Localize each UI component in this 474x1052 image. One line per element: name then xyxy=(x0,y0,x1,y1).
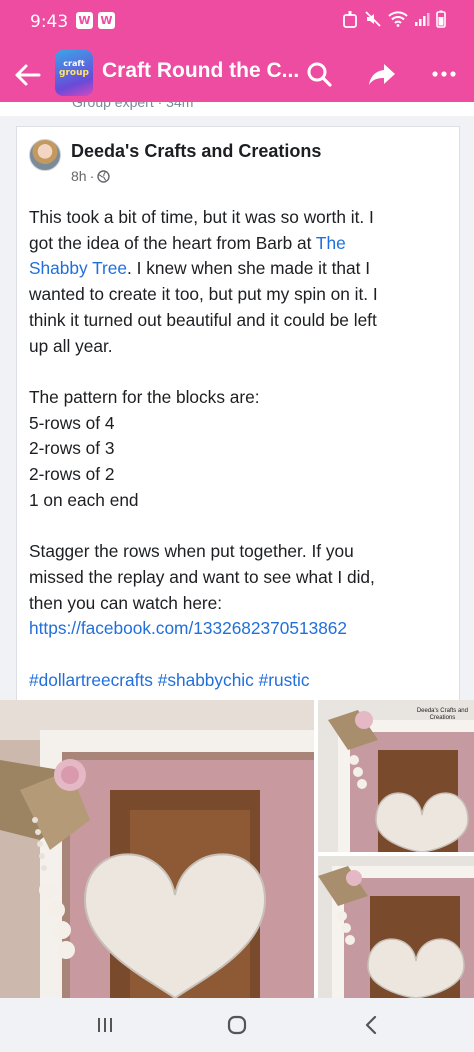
post-line: 1 on each end xyxy=(29,489,139,510)
status-time: 9:43 xyxy=(30,12,69,32)
back-nav-icon[interactable] xyxy=(356,1010,386,1040)
post-line: The pattern for the blocks are: xyxy=(29,386,260,407)
signal-icon xyxy=(415,13,430,26)
post-line-text: got the idea of the heart from Barb at xyxy=(29,232,316,253)
post-text: This took a bit of time, but it was so w… xyxy=(29,205,453,693)
wifi-icon xyxy=(388,11,408,27)
alarm-icon xyxy=(343,11,357,28)
craft-heart-photo xyxy=(318,856,474,998)
post-blank-line xyxy=(29,359,453,385)
system-status-icons xyxy=(342,10,446,28)
post-line: Shabby Tree. I knew when she made it tha… xyxy=(29,256,453,282)
post-card: Deeda's Crafts and Creations 8h · This t… xyxy=(16,126,460,700)
hashtag-link[interactable]: #dollartreecrafts xyxy=(29,670,153,690)
group-avatar-text: group xyxy=(59,68,89,78)
post-time-text: 8h xyxy=(71,168,87,184)
post-photo-main[interactable] xyxy=(0,700,314,998)
post-blank-line xyxy=(29,513,453,539)
mention-link-continued[interactable]: Shabby Tree xyxy=(29,258,127,278)
more-icon[interactable] xyxy=(428,58,460,90)
notification-w-icon: W xyxy=(76,12,93,29)
post-line: Stagger the rows when put together. If y… xyxy=(29,541,354,562)
post-line: This took a bit of time, but it was so w… xyxy=(29,207,374,227)
recent-apps-icon[interactable] xyxy=(90,1010,120,1040)
post-line: got the idea of the heart from Barb at T… xyxy=(29,231,453,257)
group-avatar-text: craft xyxy=(63,59,85,68)
watermark-line: Creations xyxy=(429,715,456,721)
post-line: then you can watch here: xyxy=(29,592,223,613)
group-avatar[interactable]: craft group xyxy=(55,50,93,96)
author-avatar[interactable] xyxy=(29,139,61,171)
home-icon[interactable] xyxy=(222,1010,252,1040)
globe-icon xyxy=(97,169,110,183)
post-photo-bottom-right[interactable] xyxy=(318,856,474,998)
photo-watermark: Deeda's Crafts and Creations xyxy=(417,708,468,722)
post-line: up all year. xyxy=(29,335,113,356)
battery-icon xyxy=(436,10,446,28)
hashtag-link[interactable]: #rustic xyxy=(259,670,310,690)
post-author[interactable]: Deeda's Crafts and Creations xyxy=(71,141,321,162)
post-blank-line xyxy=(29,642,453,668)
post-line-text: . I knew when she made it that I xyxy=(127,258,371,279)
status-bar: 9:43 W W xyxy=(0,0,474,46)
photo-grid: Deeda's Crafts and Creations xyxy=(0,700,474,998)
watermark-line: Deeda's Crafts and xyxy=(416,708,468,714)
post-line: missed the replay and want to see what I… xyxy=(29,566,375,587)
craft-heart-photo xyxy=(0,700,314,998)
post-line: think it turned out beautiful and it cou… xyxy=(29,309,377,330)
mute-icon xyxy=(365,11,381,27)
page-title[interactable]: Craft Round the C... xyxy=(102,59,299,83)
post-line: 5-rows of 4 xyxy=(29,412,115,433)
mention-link[interactable]: The xyxy=(316,233,346,253)
post-timestamp[interactable]: 8h · xyxy=(71,168,110,184)
app-bar: craft group Craft Round the C... xyxy=(0,46,474,102)
post-line: 2-rows of 3 xyxy=(29,438,115,459)
system-nav-bar xyxy=(0,998,474,1052)
previous-post-strip: Group expert · 34m xyxy=(0,102,474,116)
post-photo-top-right[interactable]: Deeda's Crafts and Creations xyxy=(318,700,474,852)
search-icon[interactable] xyxy=(303,58,335,90)
craft-heart-photo xyxy=(318,700,474,852)
separator-dot: · xyxy=(89,168,95,184)
notification-w-icon: W xyxy=(98,12,115,29)
previous-post-meta: Group expert · 34m xyxy=(72,102,194,110)
post-line: 2-rows of 2 xyxy=(29,464,115,485)
share-icon[interactable] xyxy=(366,58,398,90)
post-line: https://facebook.com/1332682370513862 xyxy=(29,616,453,642)
hashtag-line: #dollartreecrafts #shabbychic #rustic xyxy=(29,668,453,694)
facebook-url-link[interactable]: https://facebook.com/1332682370513862 xyxy=(29,618,347,638)
notification-badges: W W xyxy=(76,12,115,29)
back-arrow-icon[interactable] xyxy=(12,60,42,90)
post-line: wanted to create it too, but put my spin… xyxy=(29,284,378,305)
hashtag-link[interactable]: #shabbychic xyxy=(158,670,254,690)
